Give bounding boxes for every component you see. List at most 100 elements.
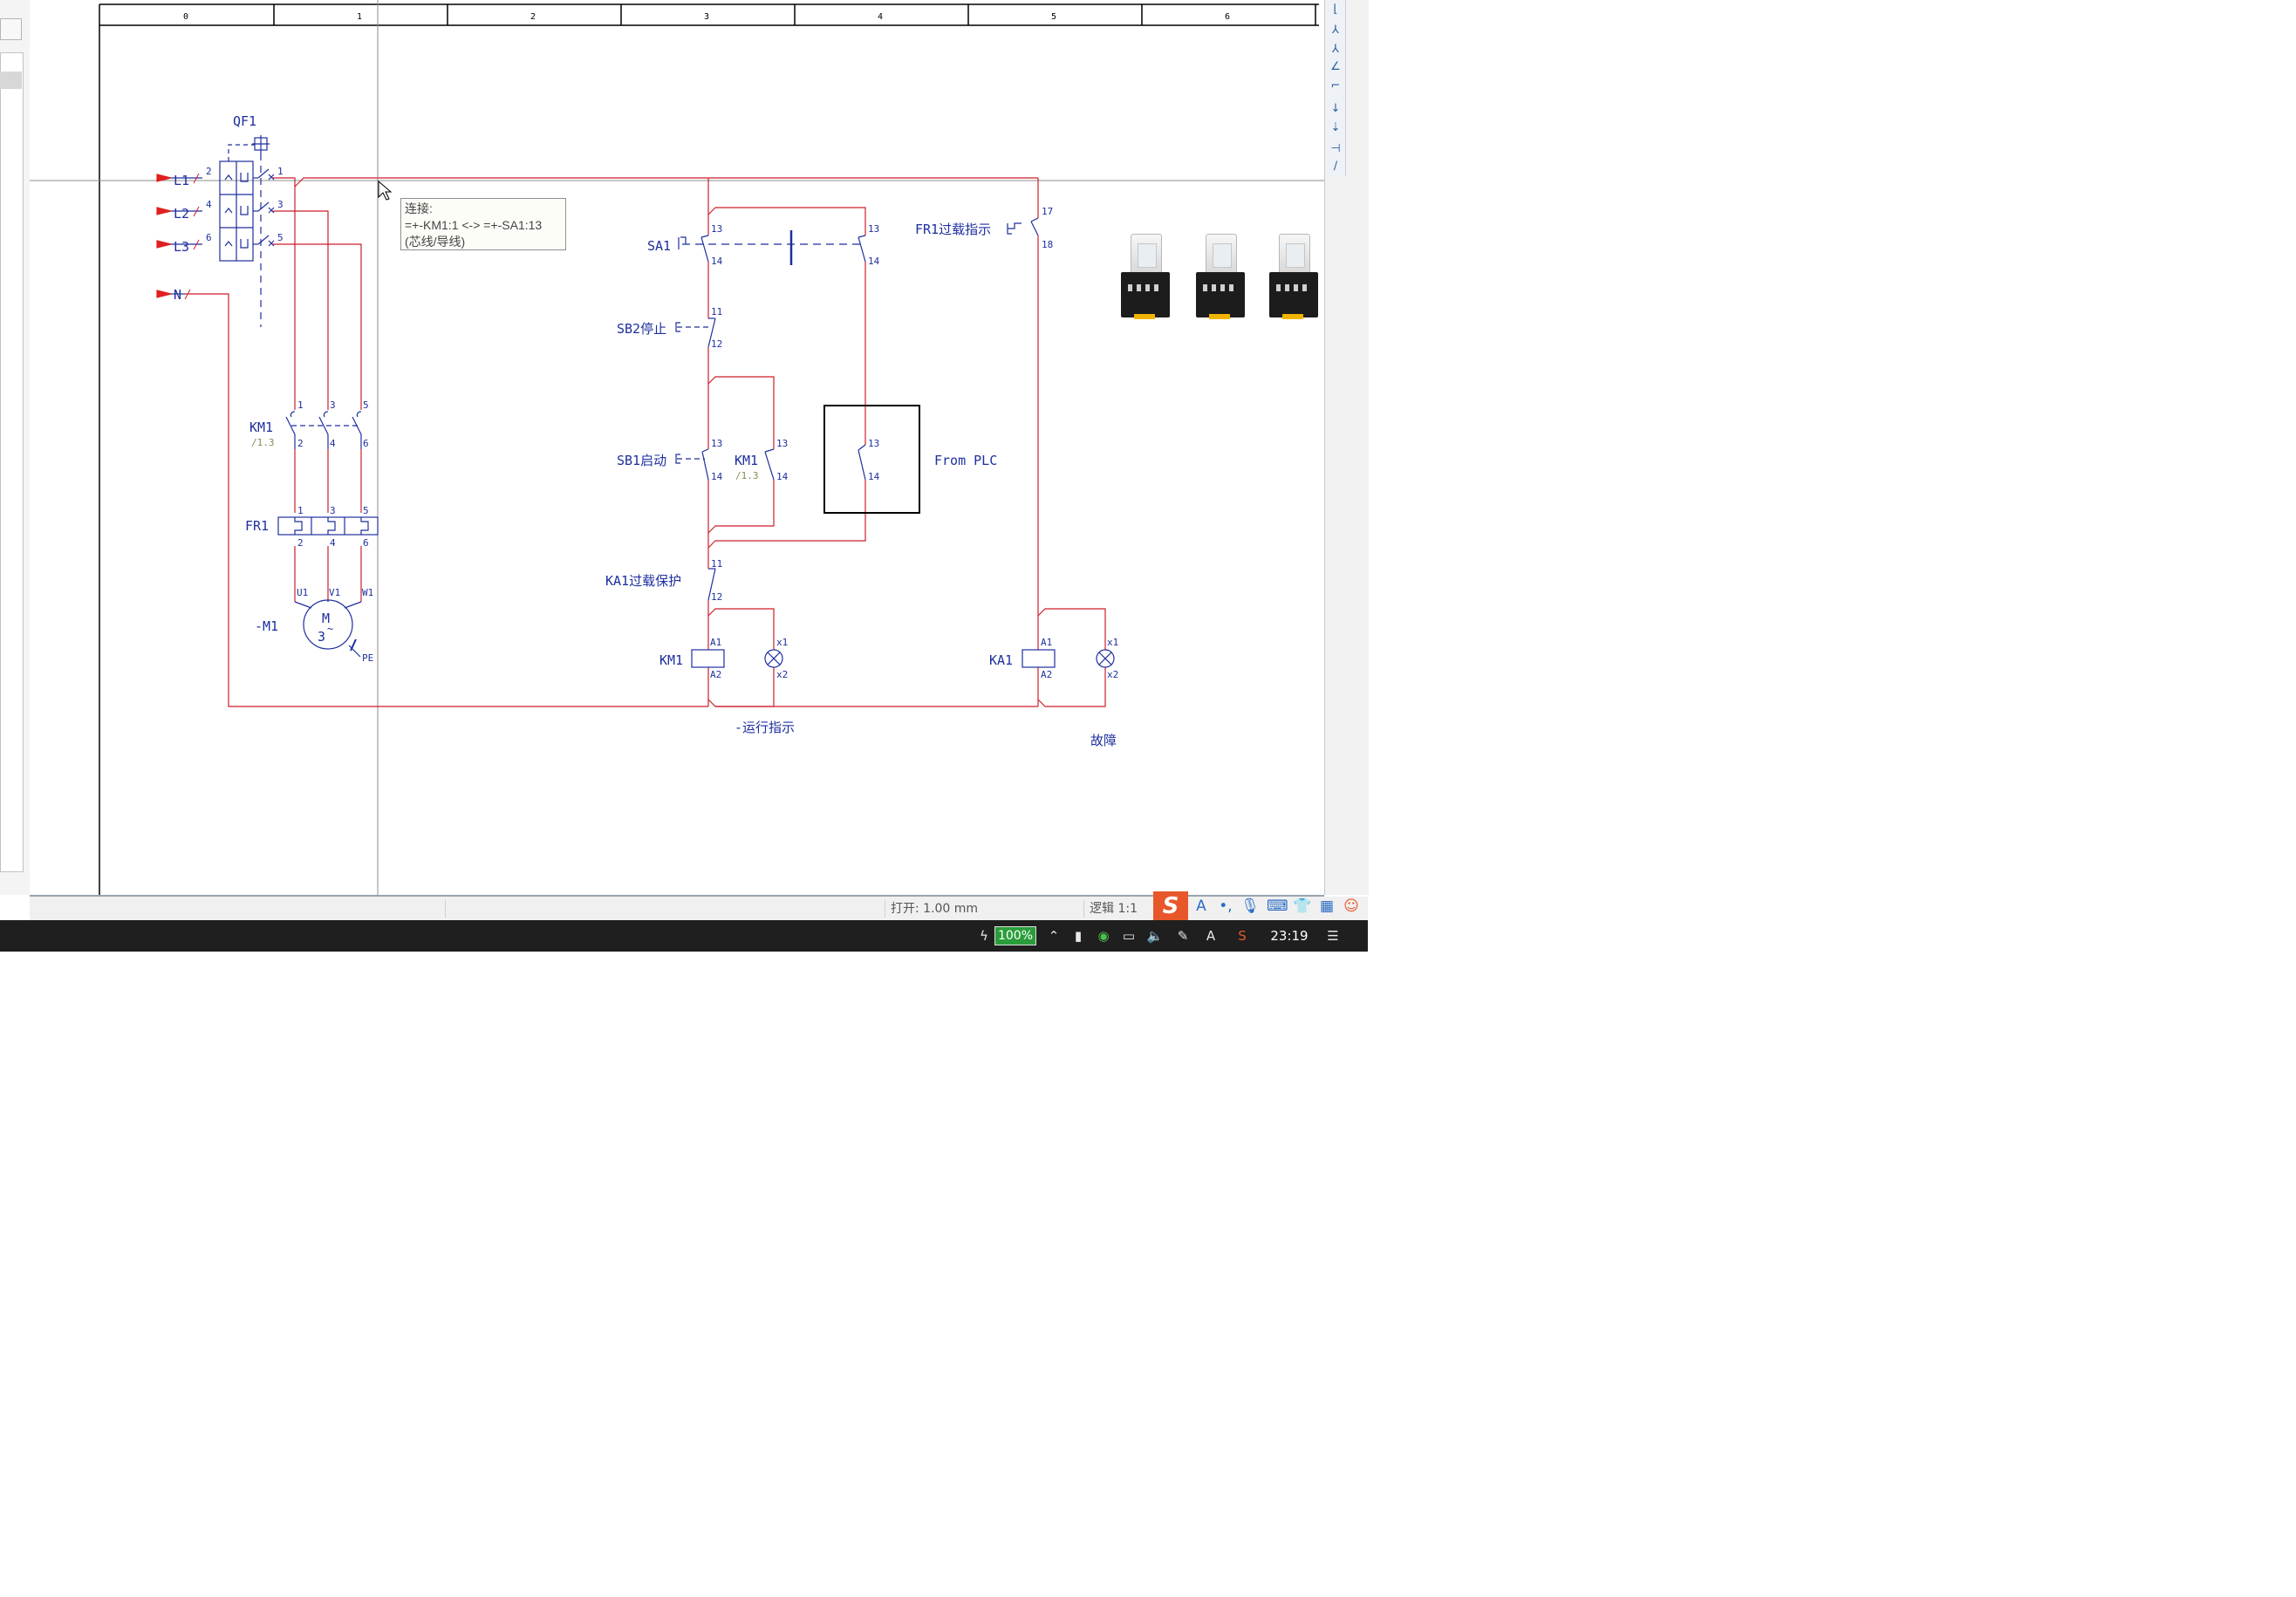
- notification-icon[interactable]: ☰: [1324, 927, 1342, 945]
- schematic-stroke: [184, 173, 200, 300]
- grid-icon[interactable]: ▦: [1317, 897, 1336, 916]
- ka1-contact-label: KA1过载保护: [605, 573, 681, 589]
- angle-icon[interactable]: ∠: [1328, 59, 1343, 75]
- run-lamp-label: -运行指示: [735, 720, 795, 735]
- volume-icon[interactable]: 🔈: [1146, 927, 1164, 945]
- schematic-stroke: [691, 649, 725, 668]
- pin-number: 11: [711, 558, 722, 570]
- motor-symbol-3: 3: [318, 629, 325, 645]
- relay-image: [1267, 234, 1319, 324]
- pin-number: 1: [297, 505, 304, 516]
- phase-label: L2: [174, 206, 189, 222]
- pin-number: 5: [363, 505, 369, 516]
- arrow-down-icon[interactable]: ⇣: [1328, 120, 1343, 136]
- pin-number: x1: [1107, 637, 1118, 648]
- ime-logo-icon[interactable]: S: [1153, 891, 1188, 921]
- skin-icon[interactable]: 👕: [1293, 897, 1312, 916]
- microphone-icon[interactable]: ▮: [1069, 927, 1087, 945]
- schematic-stroke: [707, 207, 866, 235]
- relay-image: [1118, 234, 1171, 324]
- sogou-icon[interactable]: S: [1233, 927, 1251, 945]
- fault-lamp-label: 故障: [1090, 733, 1117, 748]
- panel-tree-list[interactable]: [0, 52, 24, 872]
- panel-input-field[interactable]: [0, 18, 22, 40]
- column-numbers: 0 1 2 3 4 5 6: [183, 12, 1230, 22]
- schematic-stroke: [700, 236, 709, 263]
- sb1-label: SB1启动: [617, 453, 666, 468]
- ime-text-icon[interactable]: A: [1192, 897, 1211, 916]
- schematic-stroke: [323, 411, 329, 418]
- motor-label: -M1: [255, 618, 278, 634]
- qf1-label: QF1: [233, 113, 256, 129]
- chevron-up-icon[interactable]: ⌃: [1045, 927, 1063, 945]
- schematic-canvas[interactable]: 0 1 2 3 4 5 6 QF1 L1 L2 L3 N KM1 FR1 -M1…: [30, 0, 1324, 897]
- tooltip-connection: =+-KM1:1 <-> =+-SA1:13: [405, 218, 543, 232]
- pin-number: W1: [362, 587, 373, 598]
- pin-number: A1: [1041, 637, 1052, 648]
- wechat-icon[interactable]: ◉: [1095, 927, 1112, 945]
- schematic-stroke: [294, 601, 312, 609]
- schematic-stroke: /1.3 /1.3: [251, 437, 759, 481]
- tooltip-title: 连接:: [405, 201, 433, 215]
- taskbar: ϟ 100% ⌃ ▮ ◉ ▭ 🔈 ✎ A S 23:19 ☰: [0, 920, 1368, 952]
- charging-icon[interactable]: ϟ: [975, 927, 993, 945]
- relay-images: [1118, 234, 1319, 326]
- ime-toolbar: S A •, 🎙 ⌨ 👕 ▦ ☺: [1153, 891, 1368, 921]
- clock-time[interactable]: 23:19: [1263, 927, 1315, 945]
- phase-label: N: [174, 287, 181, 303]
- pin-number: 3: [277, 199, 284, 210]
- wire-tool-icon[interactable]: ⊣: [1328, 141, 1343, 157]
- km1-coil-label: KM1: [659, 652, 683, 668]
- pin-number: 5: [277, 232, 284, 243]
- battery-status-icon[interactable]: ▭: [1120, 927, 1138, 945]
- angle-icon[interactable]: ⌐: [1328, 78, 1343, 94]
- pin-number: 3: [330, 505, 336, 516]
- wire-tool-icon[interactable]: ∕: [1328, 159, 1343, 174]
- ime-punct-icon[interactable]: •,: [1216, 897, 1235, 916]
- pin-number: 2: [297, 438, 304, 449]
- schematic-stroke: [764, 451, 775, 481]
- schematic-stroke: [1007, 222, 1022, 235]
- schematic-stroke: QF1 L1 L2 L3 N KM1 FR1 -M1 M 3 ~ SA1 SB2…: [174, 113, 1117, 748]
- arrow-down-icon[interactable]: ↓: [1328, 101, 1343, 117]
- relay-image: [1193, 234, 1246, 324]
- pin-number: A1: [710, 637, 721, 648]
- pin-number: 11: [711, 306, 722, 317]
- pin-number: 13: [711, 223, 722, 235]
- schematic-stroke: [1030, 217, 1039, 222]
- left-panel: [0, 0, 31, 895]
- pin-number: 14: [868, 471, 880, 482]
- panel-selected-item[interactable]: [0, 72, 22, 89]
- pin-number: 6: [363, 537, 369, 549]
- microphone-icon[interactable]: 🎙: [1240, 897, 1260, 916]
- corner-icon[interactable]: ⌊: [1328, 2, 1343, 17]
- t-junction-icon[interactable]: ⅄: [1328, 23, 1343, 38]
- right-toolbar: ⌊ ⅄ ⅄ ∠ ⌐ ↓ ⇣ ⊣ ∕: [1324, 0, 1369, 895]
- mouse-cursor-icon: [378, 180, 393, 201]
- km1-aux-ref: /1.3: [735, 470, 759, 481]
- ime-mode-icon[interactable]: A: [1202, 927, 1220, 945]
- schematic-stroke: [356, 411, 362, 418]
- schematic-drawing[interactable]: 0 1 2 3 4 5 6 QF1 L1 L2 L3 N KM1 FR1 -M1…: [30, 0, 1324, 895]
- pin-number: 13: [711, 438, 722, 449]
- pin-number: 4: [206, 199, 212, 210]
- pin-number: 17: [1042, 206, 1053, 217]
- status-open-value: 打开: 1.00 mm: [885, 900, 1078, 918]
- schematic-stroke: [678, 236, 687, 249]
- pin-number: A2: [1041, 669, 1052, 680]
- pen-icon[interactable]: ✎: [1174, 927, 1192, 945]
- schematic-stroke: [350, 638, 357, 652]
- pin-number: x2: [776, 669, 788, 680]
- schematic-stroke: [294, 177, 1038, 188]
- tooltip-type: (芯线/导线): [405, 235, 466, 249]
- phase-label: L3: [174, 239, 189, 255]
- column-number: 6: [1225, 12, 1230, 22]
- battery-icon[interactable]: 100%: [994, 926, 1036, 945]
- ime-face-icon[interactable]: ☺: [1342, 897, 1361, 916]
- column-number: 5: [1051, 12, 1056, 22]
- pin-number: 14: [711, 471, 723, 482]
- keyboard-icon[interactable]: ⌨: [1267, 897, 1288, 916]
- schematic-stroke: [858, 449, 866, 481]
- t-junction-icon[interactable]: ⅄: [1328, 42, 1343, 58]
- schematic-stroke: [240, 173, 249, 249]
